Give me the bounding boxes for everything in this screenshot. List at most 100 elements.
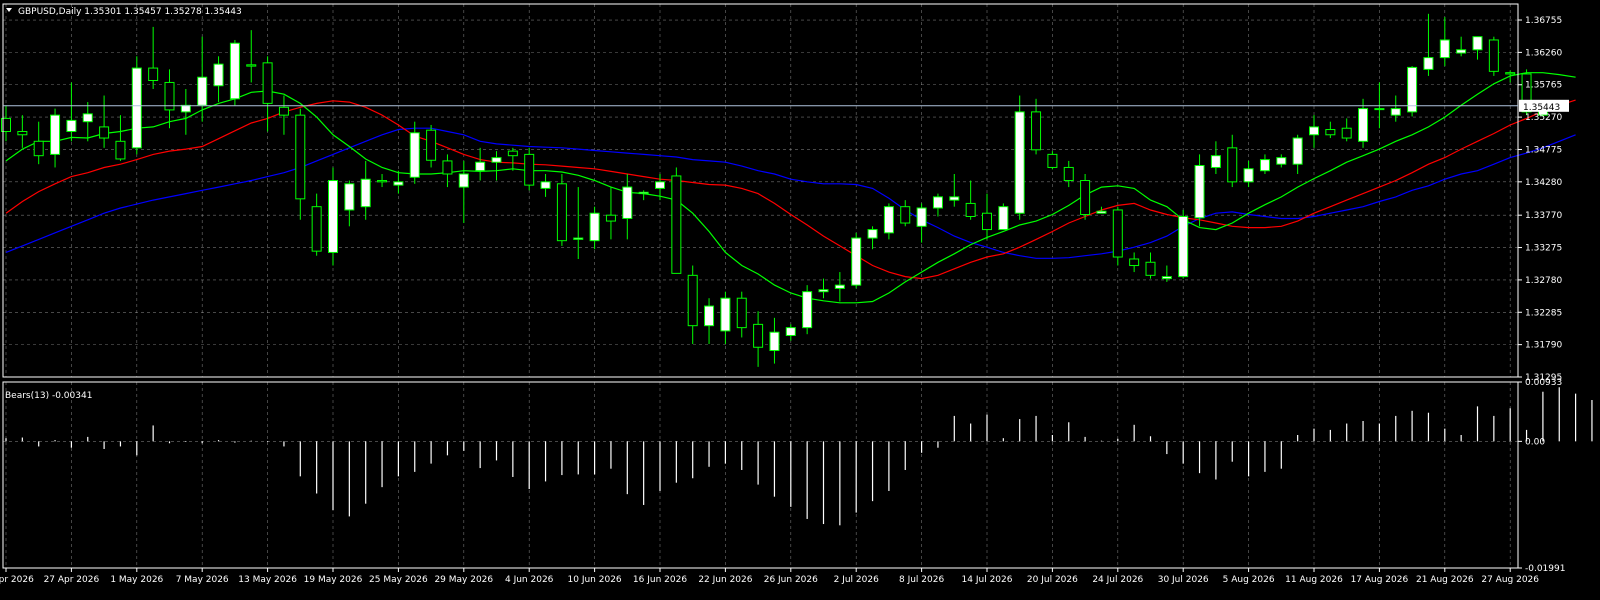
bear-candle (17, 130, 28, 136)
x-tick-label: 4 Jun 2026 (505, 575, 554, 585)
bull-candle (818, 289, 829, 293)
bear-candle (524, 153, 535, 186)
y-tick-label: 1.32780 (1525, 276, 1562, 286)
bull-candle (1259, 159, 1270, 172)
bear-candle (1129, 258, 1140, 267)
x-tick-label: 29 May 2026 (434, 575, 493, 585)
bull-candle (998, 206, 1009, 231)
bull-candle (655, 181, 665, 189)
bear-candle (1031, 111, 1042, 151)
bull-candle (229, 42, 240, 100)
x-tick-label: 7 May 2026 (176, 575, 229, 585)
bull-candle (328, 180, 338, 253)
bull-candle (1374, 108, 1385, 111)
bull-candle (1276, 157, 1287, 165)
bear-candle (148, 67, 159, 81)
bull-candle (851, 237, 862, 286)
bull-candle (50, 114, 61, 155)
bull-candle (1096, 210, 1107, 214)
x-tick-label: 5 Aug 2026 (1223, 575, 1275, 585)
y-tick-label: 1.32285 (1525, 308, 1562, 318)
x-tick-label: 2 Jul 2026 (834, 575, 879, 585)
bear-candle (1341, 127, 1352, 139)
y-tick-label: 1.36260 (1525, 48, 1562, 58)
bull-candle (1309, 126, 1319, 136)
bull-candle (802, 291, 813, 329)
x-tick-label: 21 Aug 2026 (1416, 575, 1474, 585)
bull-candle (883, 206, 894, 234)
x-tick-label: 13 May 2026 (238, 575, 297, 585)
bull-candle (769, 331, 780, 352)
x-tick-label: 26 Jun 2026 (764, 575, 818, 585)
bull-candle (704, 305, 715, 327)
x-tick-label: 20 Jul 2026 (1027, 575, 1078, 585)
y-tick-label: 1.36755 (1525, 16, 1562, 26)
x-tick-label: 27 Aug 2026 (1481, 575, 1539, 585)
bear-candle (1047, 153, 1058, 168)
bull-candle (1456, 49, 1467, 54)
bull-candle (720, 297, 731, 332)
x-tick-label: 22 Jun 2026 (698, 575, 752, 585)
bear-candle (1112, 209, 1123, 258)
x-tick-label: 21 Apr 2026 (0, 575, 34, 585)
bear-candle (33, 140, 44, 157)
bull-candle (573, 237, 584, 240)
bear-candle (426, 129, 437, 161)
bear-candle (99, 126, 110, 139)
x-tick-label: 19 May 2026 (304, 575, 363, 585)
bull-candle (180, 104, 191, 113)
y-tick-label: 1.31790 (1525, 341, 1562, 351)
bear-candle (311, 206, 322, 252)
x-tick-label: 25 May 2026 (369, 575, 428, 585)
bear-candle (377, 180, 388, 183)
bull-candle (867, 229, 878, 239)
bear-candle (1325, 129, 1336, 136)
bull-candle (131, 67, 142, 149)
bull-candle (475, 161, 486, 172)
bear-candle (1145, 261, 1156, 276)
bull-candle (834, 284, 845, 289)
x-tick-label: 11 Aug 2026 (1285, 575, 1343, 585)
bull-candle (360, 178, 371, 208)
bear-candle (736, 297, 747, 329)
bear-candle (442, 160, 453, 175)
main-header: GBPUSD,Daily 1.35301 1.35457 1.35278 1.3… (18, 7, 242, 17)
bull-candle (197, 76, 208, 106)
bull-candle (491, 157, 502, 163)
bear-candle (1227, 147, 1238, 183)
y-tick-label: 1.33770 (1525, 211, 1562, 221)
bull-candle (1243, 168, 1254, 183)
bull-candle (458, 173, 469, 188)
bear-candle (687, 274, 698, 327)
bull-candle (1423, 57, 1434, 70)
bull-candle (1439, 39, 1450, 59)
x-tick-label: 1 May 2026 (110, 575, 163, 585)
bear-candle (262, 62, 273, 104)
x-tick-label: 30 Jul 2026 (1158, 575, 1209, 585)
trading-chart[interactable]: 1.36755 1.36260 1.35765 1.35270 1.34775 1.342… (0, 0, 1600, 600)
bear-candle (965, 202, 976, 217)
bear-candle (1488, 39, 1499, 72)
bear-candle (605, 214, 616, 222)
bear-candle (507, 150, 518, 157)
bull-candle (1292, 137, 1303, 165)
bull-candle (213, 63, 224, 87)
bear-candle (556, 183, 567, 242)
bear-candle (295, 114, 306, 200)
chart-background (0, 0, 1600, 600)
bear-candle (982, 212, 992, 231)
x-tick-label: 14 Jul 2026 (962, 575, 1013, 585)
bull-candle (1472, 36, 1483, 51)
y-tick-label: 1.34280 (1525, 178, 1562, 188)
bull-candle (1178, 215, 1189, 278)
bull-candle (916, 207, 927, 227)
bull-candle (393, 181, 404, 186)
bull-candle (1194, 164, 1205, 219)
y-tick-label: 1.34775 (1525, 145, 1562, 155)
x-tick-label: 17 Aug 2026 (1351, 575, 1409, 585)
indicator-tick-label: 0.00933 (1525, 378, 1562, 388)
bull-candle (1358, 108, 1369, 142)
bear-candle (753, 323, 764, 348)
bull-candle (785, 327, 796, 336)
bull-candle (409, 132, 420, 178)
